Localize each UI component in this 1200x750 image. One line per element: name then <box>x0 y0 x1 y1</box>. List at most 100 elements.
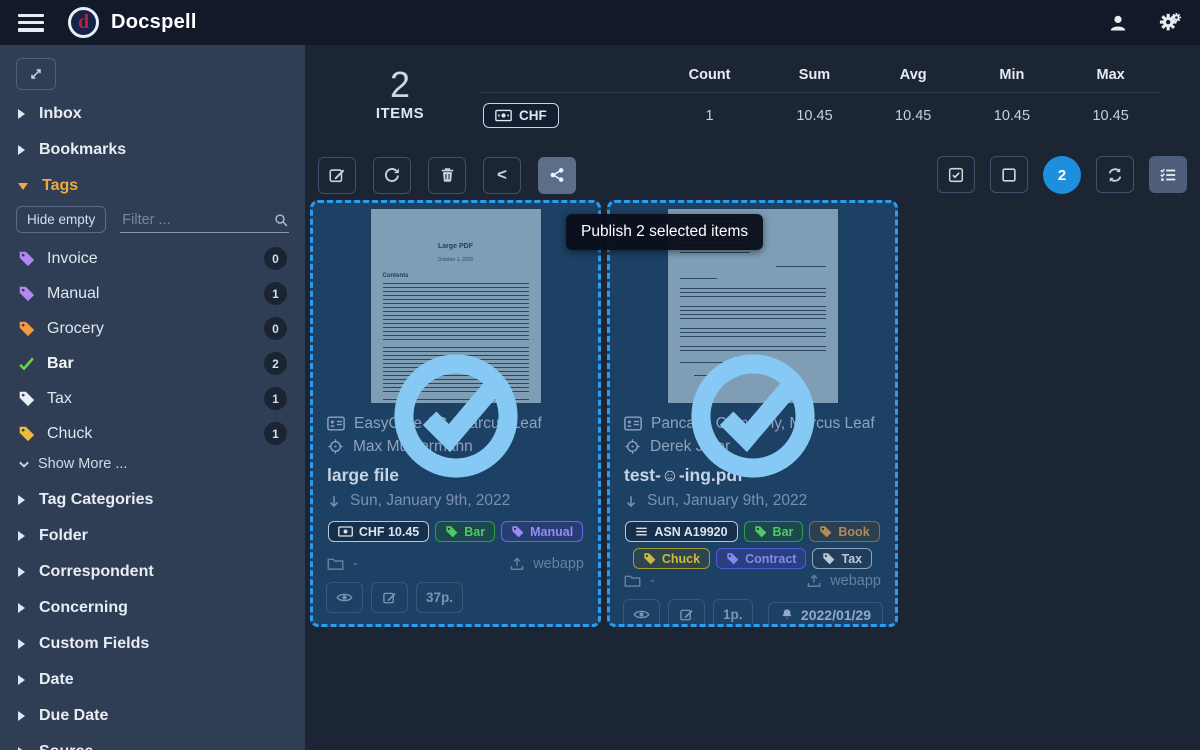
tag-icon <box>643 552 656 565</box>
money-bill-icon <box>338 526 353 537</box>
stats-header-max: Max <box>1061 61 1160 93</box>
tag-controls: Hide empty <box>16 206 289 233</box>
edit-item-button[interactable] <box>371 582 408 613</box>
selected-count-badge[interactable]: 2 <box>1043 156 1081 194</box>
show-more-tags[interactable]: Show More ... <box>0 451 305 482</box>
edit-selected-button[interactable] <box>318 157 356 194</box>
select-mode-toggle-button[interactable] <box>1149 156 1187 193</box>
sidebar-item-bookmarks[interactable]: Bookmarks <box>0 132 305 168</box>
stats-header-count: Count <box>654 61 765 93</box>
docspell-logo[interactable]: d <box>68 7 99 38</box>
sidebar-item-label: Source <box>39 743 93 750</box>
tag-count-badge: 1 <box>264 387 287 410</box>
collapse-sidebar-button[interactable] <box>16 58 56 90</box>
item-count: 2 <box>357 65 443 105</box>
crosshair-icon <box>327 438 344 455</box>
sidebar-item-tags[interactable]: Tags <box>0 168 305 204</box>
page-count-badge: 1p. <box>713 599 753 627</box>
sidebar-item-correspondent[interactable]: Correspondent <box>0 554 305 590</box>
refresh-button[interactable] <box>1096 156 1134 193</box>
tag-row-grocery[interactable]: Grocery 0 <box>0 311 305 346</box>
money-bill-icon <box>495 109 512 122</box>
correspondent-text: Pancake Company, Marcus Leaf <box>651 415 875 433</box>
tag-row-chuck[interactable]: Chuck 1 <box>0 416 305 451</box>
card-info: EasyCare AG, Marcus Leaf Max Mustermann … <box>313 403 598 576</box>
tag-name: Grocery <box>47 320 252 338</box>
tag-name: Manual <box>47 285 252 303</box>
delete-selected-button[interactable] <box>428 157 466 194</box>
deselect-all-button[interactable] <box>990 156 1028 193</box>
sidebar-item-date[interactable]: Date <box>0 662 305 698</box>
item-title[interactable]: test-☺-ing.pdf <box>624 465 881 486</box>
reprocess-selected-button[interactable] <box>373 157 411 194</box>
sidebar-item-due-date[interactable]: Due Date <box>0 698 305 734</box>
merge-selected-button[interactable]: < <box>483 157 521 194</box>
item-card-large-file[interactable]: Large PDF October 1, 2020 Contents EasyC… <box>310 200 601 627</box>
check-icon <box>18 355 35 372</box>
stat-min: 10.45 <box>963 93 1062 139</box>
expand-arrows-icon <box>28 66 44 82</box>
item-badges: CHF 10.45 Bar Manual <box>327 521 584 542</box>
hide-empty-button[interactable]: Hide empty <box>16 206 106 233</box>
card-actions: 37p. <box>313 576 598 624</box>
tag-row-invoice[interactable]: Invoice 0 <box>0 241 305 276</box>
sidebar-item-tag-categories[interactable]: Tag Categories <box>0 482 305 518</box>
sidebar-item-source[interactable]: Source <box>0 734 305 750</box>
chevron-down-icon <box>18 458 30 470</box>
selection-actions: < <box>318 157 576 194</box>
tag-icon <box>18 250 35 267</box>
tag-row-manual[interactable]: Manual 1 <box>0 276 305 311</box>
sync-icon <box>1106 166 1124 184</box>
item-count-label: ITEMS <box>357 105 443 122</box>
caret-right-icon <box>18 639 25 649</box>
currency-badge: CHF <box>483 103 559 128</box>
card-actions: 1p. 2022/01/29 <box>610 593 895 627</box>
tag-row-tax[interactable]: Tax 1 <box>0 381 305 416</box>
item-badges: ASN A19920 Bar Book <box>624 521 881 569</box>
view-item-button[interactable] <box>326 582 363 613</box>
gears-icon[interactable] <box>1158 12 1182 34</box>
edit-icon <box>382 590 397 605</box>
edit-item-button[interactable] <box>668 599 705 627</box>
arrow-down-icon <box>624 494 638 509</box>
crosshair-icon <box>624 438 641 455</box>
tag-badge: Manual <box>501 521 583 542</box>
address-card-icon <box>327 416 345 431</box>
select-all-button[interactable] <box>937 156 975 193</box>
share-icon <box>548 166 566 184</box>
view-item-button[interactable] <box>623 599 660 627</box>
edit-icon <box>679 607 694 622</box>
publish-selected-button[interactable] <box>538 157 576 194</box>
sidebar-item-concerning[interactable]: Concerning <box>0 590 305 626</box>
caret-right-icon <box>18 603 25 613</box>
eye-icon <box>336 591 353 604</box>
sidebar-item-custom-fields[interactable]: Custom Fields <box>0 626 305 662</box>
concerning-line: Max Mustermann <box>327 435 584 458</box>
address-card-icon <box>624 416 642 431</box>
app-title: Docspell <box>111 11 197 34</box>
preview-heading: Large PDF <box>383 243 529 250</box>
menu-icon[interactable] <box>18 12 44 34</box>
sidebar-item-label: Due Date <box>39 707 108 725</box>
less-than-icon: < <box>497 165 507 185</box>
user-icon[interactable] <box>1108 13 1128 33</box>
concerning-text: Max Mustermann <box>353 438 473 456</box>
caret-right-icon <box>18 567 25 577</box>
tag-row-bar[interactable]: Bar 2 <box>0 346 305 381</box>
sidebar-item-label: Inbox <box>39 105 82 123</box>
bell-icon <box>780 607 794 622</box>
tag-count-badge: 1 <box>264 422 287 445</box>
tag-count-badge: 0 <box>264 317 287 340</box>
sidebar: Inbox Bookmarks Tags Hide empty Invoice … <box>0 45 305 750</box>
tag-filter-input[interactable] <box>120 208 289 233</box>
sidebar-item-inbox[interactable]: Inbox <box>0 96 305 132</box>
folder-source-line: - webapp <box>327 552 584 576</box>
sidebar-item-folder[interactable]: Folder <box>0 518 305 554</box>
concerning-line: Derek Jeter <box>624 435 881 458</box>
sidebar-item-label: Tags <box>42 177 78 195</box>
item-card-test-ing-pdf[interactable]: Pancake Company, Marcus Leaf Derek Jeter… <box>607 200 898 627</box>
item-title[interactable]: large file <box>327 465 584 486</box>
tag-icon <box>445 525 458 538</box>
caret-right-icon <box>18 145 25 155</box>
tag-count-badge: 2 <box>264 352 287 375</box>
